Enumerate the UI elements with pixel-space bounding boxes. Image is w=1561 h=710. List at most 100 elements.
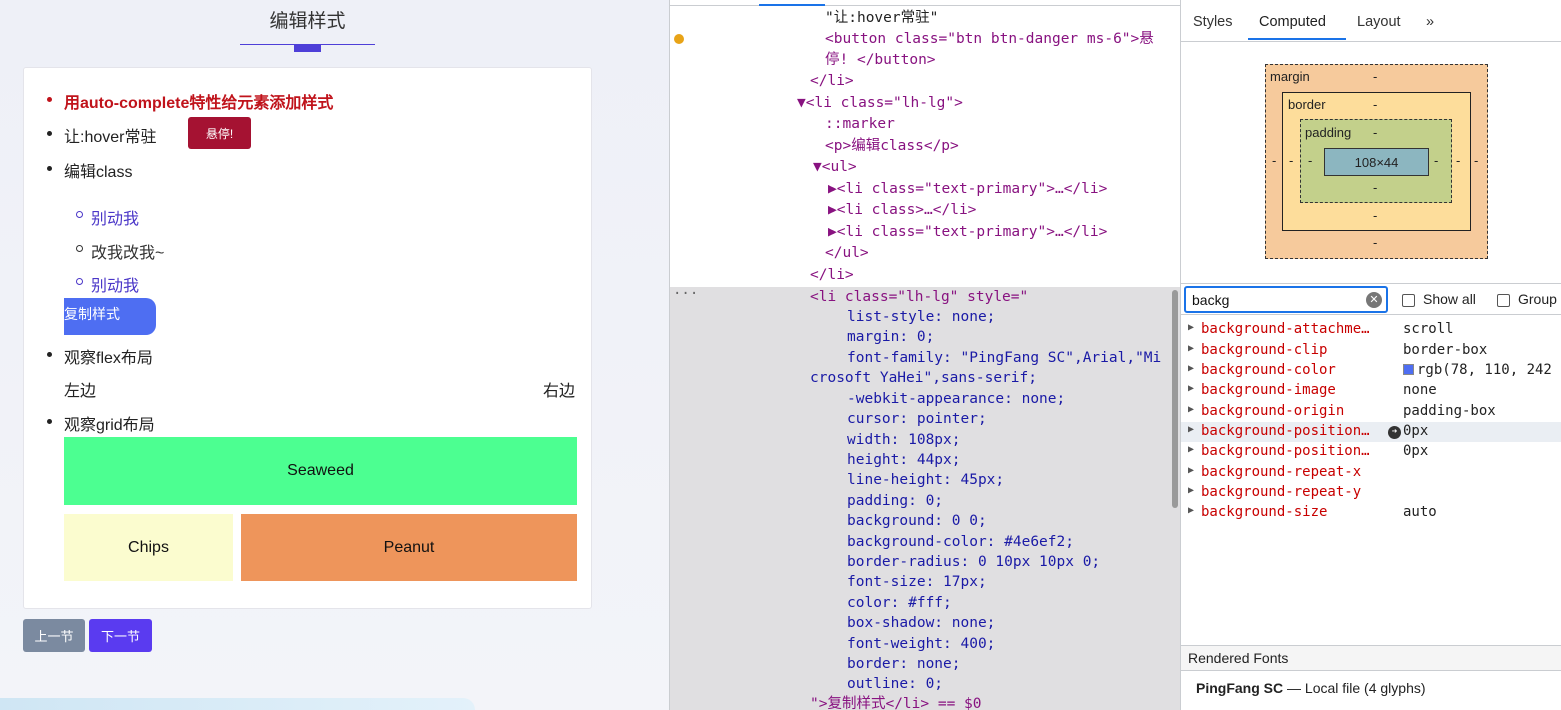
style-line: font-family: "PingFang SC",Arial,"Mi: [847, 350, 1162, 366]
dom-line[interactable]: ▶<li class="text-primary">…</li>: [828, 222, 1107, 243]
style-line: cursor: pointer;: [847, 411, 987, 427]
dom-line[interactable]: "让:hover常驻": [825, 8, 938, 29]
sidebar-tabs: Styles Computed Layout »: [1181, 0, 1561, 42]
style-line: padding: 0;: [847, 493, 944, 509]
tab-layout[interactable]: Layout: [1357, 14, 1401, 30]
color-swatch-icon[interactable]: [1403, 364, 1414, 375]
copy-style-button[interactable]: 复制样式: [64, 298, 156, 335]
dom-line[interactable]: ▶<li class="text-primary">…</li>: [828, 179, 1107, 200]
computed-property[interactable]: ▶ background-repeat-y: [1181, 483, 1561, 503]
style-line: color: #fff;: [847, 595, 952, 611]
expand-triangle-icon[interactable]: ▶: [1188, 444, 1194, 455]
style-line: background: 0 0;: [847, 513, 987, 529]
hover-button[interactable]: 悬停!: [188, 117, 251, 149]
dom-line[interactable]: ▶<li class>…</li>: [828, 200, 976, 221]
style-line: border-radius: 0 10px 10px 0;: [847, 554, 1101, 570]
margin-left-value: -: [1272, 153, 1277, 168]
grid-cell-peanut: Peanut: [241, 514, 577, 581]
padding-left-value: -: [1308, 153, 1313, 168]
more-tabs-icon[interactable]: »: [1426, 14, 1434, 30]
computed-property[interactable]: ▶ background-size auto: [1181, 503, 1561, 523]
expand-triangle-icon[interactable]: ▶: [1188, 485, 1194, 496]
go-to-source-arrow-icon[interactable]: ➜: [1388, 426, 1401, 439]
next-section-button[interactable]: 下一节: [89, 619, 152, 652]
box-model-content[interactable]: 108×44: [1324, 148, 1429, 176]
flex-left-text: 左边: [64, 383, 97, 400]
computed-property[interactable]: ▶ background-repeat-x: [1181, 463, 1561, 483]
border-bottom-value: -: [1373, 208, 1378, 223]
dom-line[interactable]: ▼<ul>: [813, 157, 857, 178]
property-name: background-clip: [1201, 342, 1328, 358]
clear-filter-icon[interactable]: ✕: [1366, 292, 1382, 308]
property-name: background-color: [1201, 362, 1336, 378]
filter-input[interactable]: [1184, 286, 1388, 313]
style-line: list-style: none;: [847, 309, 996, 325]
border-label: border: [1288, 97, 1326, 112]
dom-line-close[interactable]: ">复制样式</li> == $0: [810, 694, 982, 710]
expand-triangle-icon[interactable]: ▶: [1188, 322, 1194, 333]
grid-cell-chips: Chips: [64, 514, 233, 581]
rendered-fonts-header[interactable]: Rendered Fonts: [1181, 645, 1561, 671]
dom-line[interactable]: ▼<li class="lh-lg">: [797, 93, 963, 114]
property-value: 0px: [1403, 443, 1429, 459]
expand-triangle-icon[interactable]: ▶: [1188, 363, 1194, 374]
expand-triangle-icon[interactable]: ▶: [1188, 404, 1194, 415]
box-model: 108×44 margin - border - padding - - - -…: [1181, 42, 1561, 282]
dom-line[interactable]: </li>: [810, 71, 854, 92]
elements-scrollbar[interactable]: [1172, 290, 1178, 508]
expand-triangle-icon[interactable]: ▶: [1188, 505, 1194, 516]
prev-section-button[interactable]: 上一节: [23, 619, 85, 652]
list-item-flex: 观察flex布局: [47, 344, 153, 368]
flex-right-text: 右边: [543, 383, 576, 400]
show-all-checkbox[interactable]: [1402, 294, 1415, 307]
computed-property[interactable]: ▶ background-color rgb(78, 110, 242: [1181, 361, 1561, 381]
style-line: margin: 0;: [847, 329, 935, 345]
expand-triangle-icon[interactable]: ▶: [1188, 383, 1194, 394]
computed-property[interactable]: ▶ background-image none: [1181, 381, 1561, 401]
property-value-color: rgb(78, 110, 242: [1403, 362, 1552, 378]
node-ellipsis-icon[interactable]: ···: [673, 286, 698, 302]
style-line: background-color: #4e6ef2;: [847, 534, 1074, 550]
demo-page: 编辑样式 用auto-complete特性给元素添加样式 让:hover常驻 悬…: [0, 0, 669, 710]
content-card: 用auto-complete特性给元素添加样式 让:hover常驻 悬停! 编辑…: [23, 67, 592, 609]
dom-line[interactable]: <button class="btn btn-danger ms-6">悬: [825, 29, 1154, 50]
property-value: rgb(78, 110, 242: [1417, 362, 1552, 378]
computed-property[interactable]: ▶ background-origin padding-box: [1181, 402, 1561, 422]
show-all-label: Show all: [1423, 291, 1476, 307]
property-value: auto: [1403, 504, 1437, 520]
property-name: background-position…: [1201, 423, 1370, 439]
style-line: outline: 0;: [847, 676, 944, 692]
dom-line[interactable]: 停! </button>: [825, 50, 936, 71]
warning-dot-icon: [674, 34, 684, 44]
filter-row: ✕ Show all Group: [1181, 283, 1561, 315]
expand-triangle-icon[interactable]: ▶: [1188, 343, 1194, 354]
dom-line-selected[interactable]: <li class="lh-lg" style=": [810, 287, 1028, 308]
font-detail: Local file (4 glyphs): [1304, 680, 1426, 696]
title-underline-mark: [294, 44, 321, 52]
page-title: 编辑样式: [269, 11, 346, 32]
border-top-value: -: [1373, 97, 1378, 112]
padding-top-value: -: [1373, 125, 1378, 140]
dom-line[interactable]: <p>编辑class</p>: [825, 136, 959, 157]
tab-styles[interactable]: Styles: [1193, 14, 1233, 30]
padding-bottom-value: -: [1373, 180, 1378, 195]
property-name: background-position…: [1201, 443, 1370, 459]
dom-line[interactable]: </li>: [810, 265, 854, 286]
style-line: border: none;: [847, 656, 961, 672]
computed-property[interactable]: ▶ background-position… 0px: [1181, 442, 1561, 462]
computed-property[interactable]: ▶ background-attachme… scroll: [1181, 320, 1561, 340]
property-value: padding-box: [1403, 403, 1496, 419]
rendered-font-entry: PingFang SC — Local file (4 glyphs): [1196, 680, 1426, 696]
property-name: background-attachme…: [1201, 321, 1370, 337]
computed-property[interactable]: ▶ background-clip border-box: [1181, 341, 1561, 361]
expand-triangle-icon[interactable]: ▶: [1188, 465, 1194, 476]
font-name: PingFang SC: [1196, 680, 1284, 696]
list-item-grid: 观察grid布局: [47, 411, 155, 435]
expand-triangle-icon[interactable]: ▶: [1188, 424, 1194, 435]
computed-property-hovered[interactable]: ▶ background-position… ➜ 0px: [1181, 422, 1561, 442]
property-value: scroll: [1403, 321, 1454, 337]
group-checkbox[interactable]: [1497, 294, 1510, 307]
dom-line[interactable]: ::marker: [825, 114, 895, 135]
tab-computed[interactable]: Computed: [1259, 14, 1326, 30]
dom-line[interactable]: </ul>: [825, 243, 869, 264]
